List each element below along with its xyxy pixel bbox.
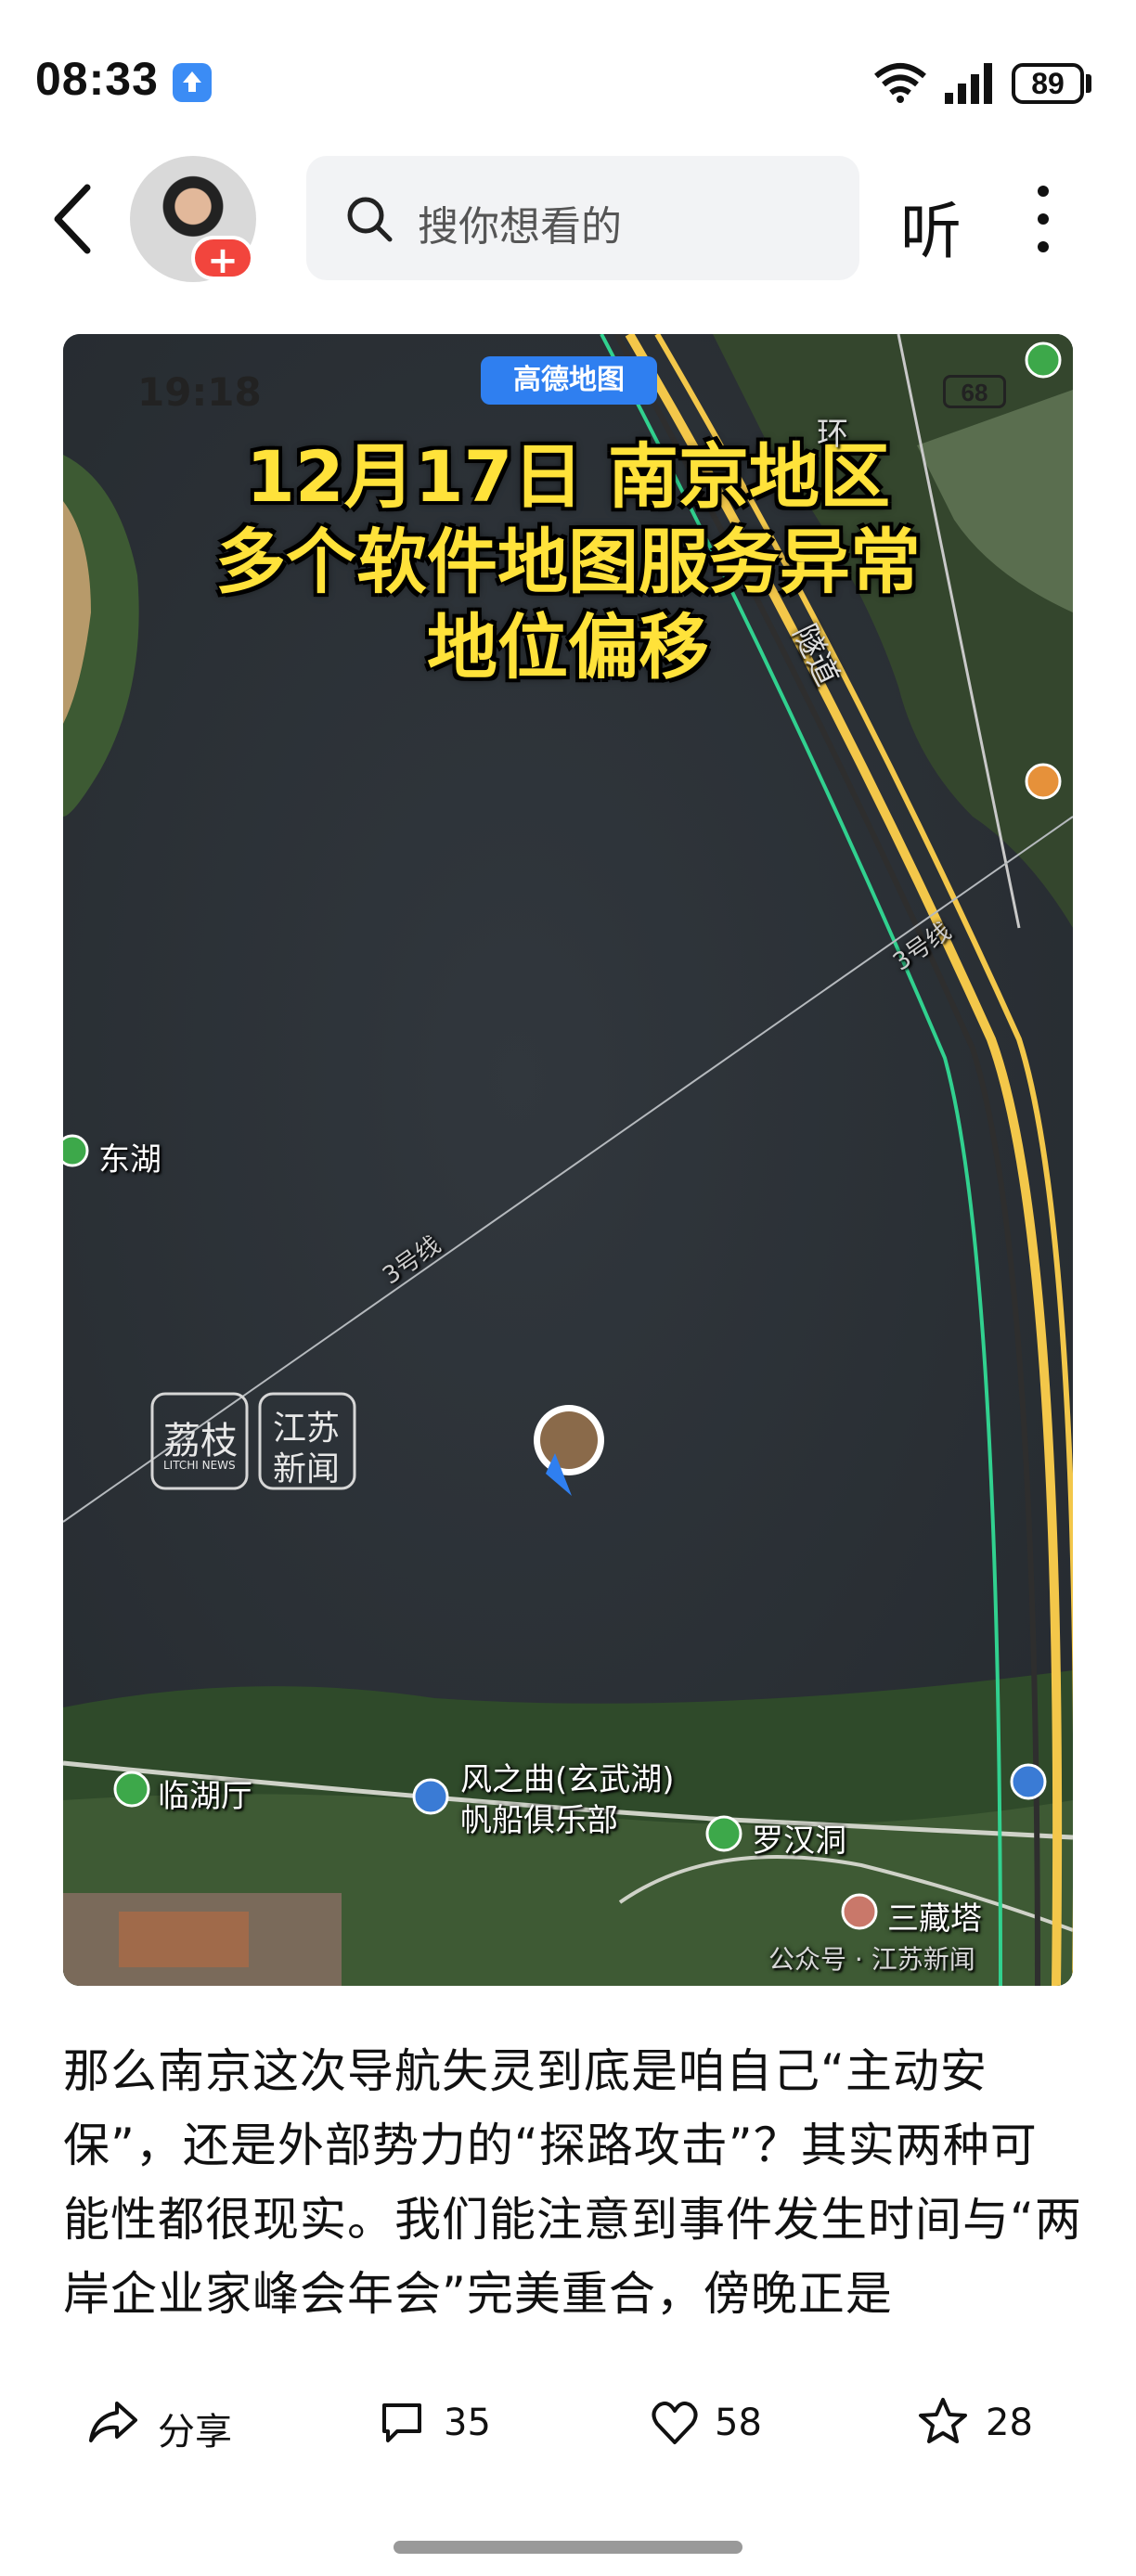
- watermark-news: 新闻: [273, 1450, 341, 1488]
- status-time: 08:33: [35, 53, 159, 105]
- map-label-luohan-cave: 罗汉洞: [752, 1823, 846, 1860]
- search-placeholder: 搜你想看的: [418, 203, 622, 251]
- comment-icon[interactable]: [379, 2400, 425, 2446]
- article-image[interactable]: 19:18 68 高德地图 12月17日 南京地区 多个软件地图服务异常 地位偏…: [63, 334, 1073, 1986]
- map-label-east-lake: 东湖: [98, 1141, 161, 1179]
- follow-button[interactable]: +: [191, 236, 254, 282]
- favorite-icon[interactable]: [917, 2396, 969, 2446]
- phone-time: 19:18: [137, 369, 262, 415]
- watermark-litchi-en: LITCHI NEWS: [163, 1459, 236, 1472]
- signal-icon: [945, 63, 992, 104]
- like-count[interactable]: 58: [715, 2402, 762, 2444]
- listen-button[interactable]: 听: [900, 182, 962, 271]
- image-title-line-2: 多个软件地图服务异常: [215, 521, 921, 603]
- image-title-line-1: 12月17日 南京地区: [246, 435, 890, 518]
- home-indicator[interactable]: [394, 2541, 742, 2554]
- comment-count[interactable]: 35: [444, 2402, 491, 2444]
- battery-tip: [1086, 74, 1091, 93]
- phone-battery: 68: [943, 375, 1006, 408]
- map-label-ring: 环: [817, 416, 848, 453]
- like-icon[interactable]: [650, 2400, 700, 2446]
- more-icon[interactable]: [1032, 184, 1054, 254]
- share-button[interactable]: 分享: [158, 2402, 232, 2455]
- watermark-gzh: 公众号 · 江苏新闻: [768, 1944, 975, 1975]
- image-title-line-3: 地位偏移: [427, 606, 709, 689]
- favorite-count[interactable]: 28: [986, 2402, 1033, 2444]
- article-body: 那么南京这次导航失灵到底是咱自己“主动安保”，还是外部势力的“探路攻击”？其实两…: [63, 2044, 1082, 2321]
- wifi-icon: [874, 63, 926, 103]
- share-icon[interactable]: [87, 2398, 139, 2444]
- back-button[interactable]: [48, 182, 95, 256]
- map-label-club-line-2: 帆船俱乐部: [460, 1802, 618, 1839]
- watermark-litchi: 荔枝: [163, 1420, 238, 1462]
- map-label-club-line-1: 风之曲(玄武湖): [460, 1761, 675, 1798]
- amap-badge: 高德地图: [481, 356, 657, 405]
- map-label-linhu-hall: 临湖厅: [158, 1778, 252, 1815]
- upload-icon: [173, 63, 212, 102]
- map-label-sanzang-pagoda: 三藏塔: [887, 1900, 982, 1938]
- battery-indicator: 89: [1012, 63, 1084, 104]
- search-icon: [347, 197, 393, 242]
